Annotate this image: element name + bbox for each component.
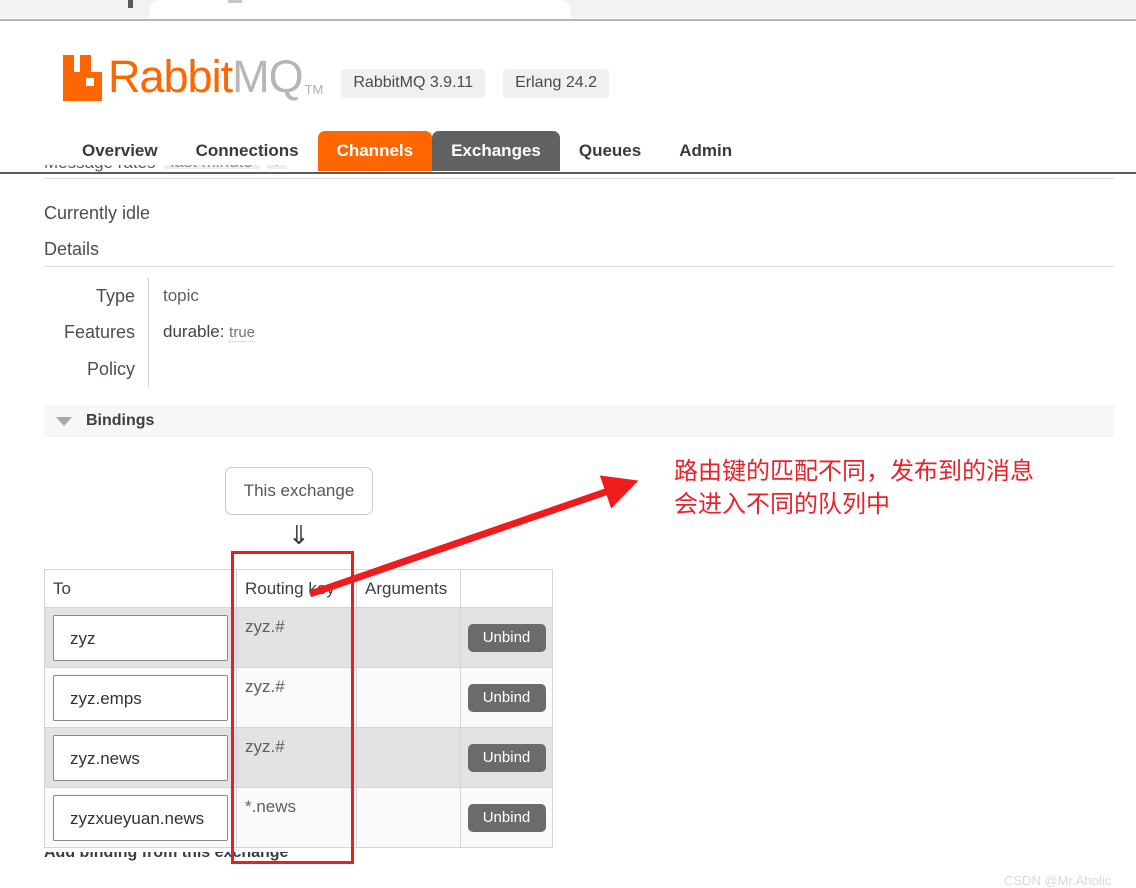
message-rates-divider [44, 178, 1114, 179]
column-header-to: To [45, 570, 237, 608]
cell-action: Unbind [461, 668, 553, 728]
detail-label-features: Features [44, 314, 148, 343]
message-rates-clipped-header: Message rates last minute ? [44, 165, 287, 178]
cell-action: Unbind [461, 728, 553, 788]
unbind-button[interactable]: Unbind [468, 624, 546, 652]
message-rates-label: Message rates [44, 165, 156, 169]
browser-back-icon[interactable] [128, 0, 133, 8]
tab-exchanges[interactable]: Exchanges [432, 131, 560, 171]
double-down-arrow-icon: ⇓ [288, 522, 310, 548]
bindings-table: To Routing key Arguments zyz zyz.# Unbin… [44, 569, 553, 848]
detail-value-type: topic [148, 278, 1114, 314]
watermark: CSDN @Mr.Aholic [1004, 873, 1111, 888]
annotation-note-line-1: 路由键的匹配不同，发布到的消息 [674, 455, 1104, 488]
add-binding-heading-clipped: Add binding from this exchange [44, 852, 404, 863]
column-header-actions [461, 570, 553, 608]
cell-to: zyzxueyuan.news [45, 788, 237, 848]
cell-to: zyz [45, 608, 237, 668]
detail-row-policy: Policy [44, 351, 1114, 387]
cell-routing-key: *.news [237, 788, 357, 848]
menu-icon[interactable] [228, 0, 242, 3]
queue-link[interactable]: zyz [53, 615, 228, 661]
column-header-routing-key: Routing key [237, 570, 357, 608]
table-row: zyz zyz.# Unbind [45, 608, 553, 668]
cell-action: Unbind [461, 608, 553, 668]
unbind-button[interactable]: Unbind [468, 804, 546, 832]
cell-routing-key: zyz.# [237, 668, 357, 728]
details-divider [44, 266, 1114, 267]
details-heading: Details [44, 239, 99, 260]
queue-link[interactable]: zyz.news [53, 735, 228, 781]
cell-arguments [357, 668, 461, 728]
badge-rabbitmq-version: RabbitMQ 3.9.11 [341, 69, 485, 98]
exchange-details-table: Type topic Features durable: true Policy [44, 278, 1114, 387]
feature-key-durable: durable: [163, 322, 224, 341]
unbind-button[interactable]: Unbind [468, 744, 546, 772]
this-exchange-node: This exchange [225, 467, 373, 515]
tab-channels[interactable]: Channels [318, 131, 433, 171]
table-row: zyz.news zyz.# Unbind [45, 728, 553, 788]
chevron-down-icon[interactable] [56, 417, 72, 426]
rabbit-logo-icon [63, 55, 105, 101]
cell-to: zyz.news [45, 728, 237, 788]
cell-arguments [357, 788, 461, 848]
message-rates-period[interactable]: last minute [164, 165, 260, 169]
cell-arguments [357, 728, 461, 788]
tab-queues[interactable]: Queues [560, 131, 660, 171]
unbind-button[interactable]: Unbind [468, 684, 546, 712]
cell-to: zyz.emps [45, 668, 237, 728]
annotation-note: 路由键的匹配不同，发布到的消息 会进入不同的队列中 [674, 455, 1104, 521]
detail-label-policy: Policy [44, 351, 148, 380]
help-icon[interactable]: ? [267, 165, 287, 169]
cell-action: Unbind [461, 788, 553, 848]
logo-text-mq: MQ [232, 53, 303, 101]
column-header-arguments: Arguments [357, 570, 461, 608]
page-header: Rabbit MQ TM RabbitMQ 3.9.11 Erlang 24.2 [0, 23, 1136, 123]
badge-erlang-version: Erlang 24.2 [503, 69, 609, 98]
logo-trademark: TM [305, 83, 324, 101]
logo-text-rabbit: Rabbit [108, 53, 232, 101]
rabbitmq-logo[interactable]: Rabbit MQ TM RabbitMQ 3.9.11 Erlang 24.2 [63, 53, 609, 101]
tab-admin[interactable]: Admin [660, 131, 751, 171]
bindings-table-header-row: To Routing key Arguments [45, 570, 553, 608]
cell-routing-key: zyz.# [237, 728, 357, 788]
bindings-section-header[interactable]: Bindings [44, 405, 1114, 437]
add-binding-label: Add binding from this exchange [44, 852, 288, 861]
browser-chrome-divider [0, 18, 1136, 21]
detail-row-type: Type topic [44, 278, 1114, 314]
cell-routing-key: zyz.# [237, 608, 357, 668]
queue-link[interactable]: zyzxueyuan.news [53, 795, 228, 841]
queue-link[interactable]: zyz.emps [53, 675, 228, 721]
table-row: zyzxueyuan.news *.news Unbind [45, 788, 553, 848]
annotation-note-line-2: 会进入不同的队列中 [674, 488, 1104, 521]
detail-value-policy [148, 351, 1114, 387]
detail-row-features: Features durable: true [44, 314, 1114, 351]
cell-arguments [357, 608, 461, 668]
idle-status-text: Currently idle [44, 203, 150, 224]
feature-value-durable: true [229, 324, 255, 342]
detail-label-type: Type [44, 278, 148, 307]
table-row: zyz.emps zyz.# Unbind [45, 668, 553, 728]
rabbitmq-management-page: Rabbit MQ TM RabbitMQ 3.9.11 Erlang 24.2… [0, 23, 1136, 874]
browser-tab[interactable] [150, 0, 570, 18]
detail-value-features: durable: true [148, 314, 1114, 351]
browser-chrome-strip [0, 0, 1136, 18]
bindings-section-title: Bindings [86, 412, 154, 430]
